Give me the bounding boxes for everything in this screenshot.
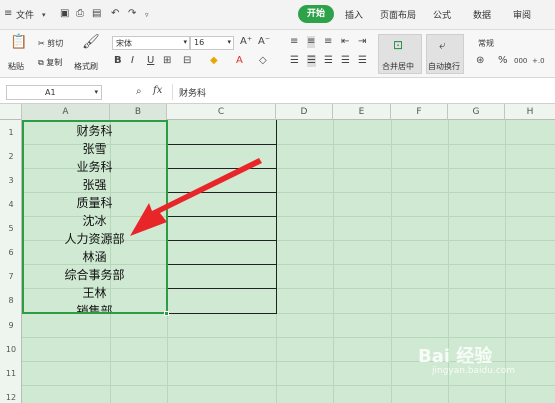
watermark-url: jingyan.baidu.com [432, 366, 516, 376]
arrow-shape [130, 158, 262, 236]
watermark-logo: Bai 经验 [418, 346, 493, 367]
